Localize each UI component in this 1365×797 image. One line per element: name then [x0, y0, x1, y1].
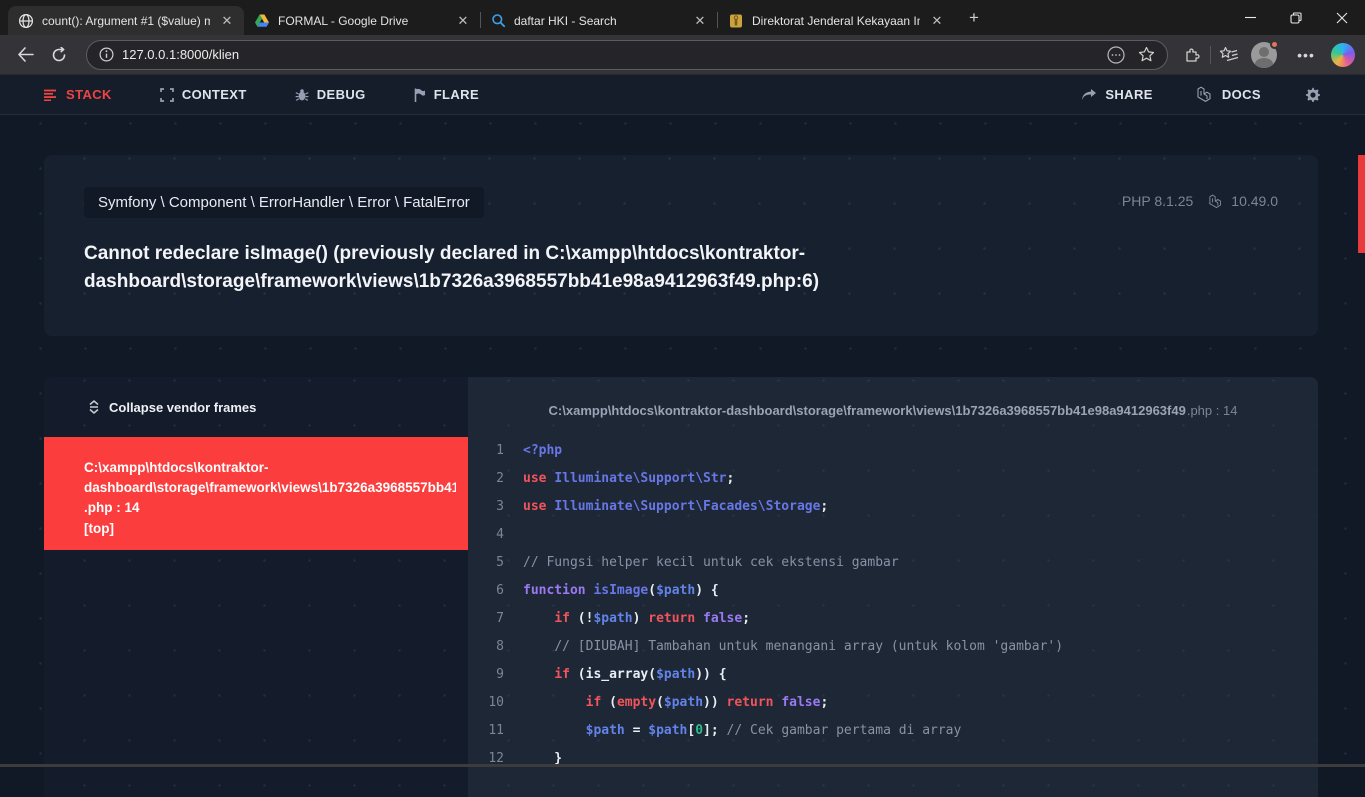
page-scrollbar-thumb[interactable]	[1358, 155, 1365, 253]
active-stack-frame[interactable]: C:\xampp\htdocs\kontraktor- dashboard\st…	[44, 437, 468, 550]
code-file-name: C:\xampp\htdocs\kontraktor-dashboard\sto…	[549, 403, 1186, 418]
browser-tab-search[interactable]: daftar HKI - Search ✕	[481, 6, 717, 35]
browser-toolbar: 127.0.0.1:8000/klien •••	[0, 35, 1365, 75]
permissions-icon[interactable]	[1101, 40, 1131, 70]
tab-close-icon[interactable]: ✕	[218, 12, 236, 30]
tab-title: FORMAL - Google Drive	[278, 14, 446, 28]
docs-label: DOCS	[1222, 87, 1261, 102]
ignition-page: STACK CONTEXT DEBUG FLARE SHA	[0, 75, 1365, 767]
flare-flag-icon	[414, 88, 426, 102]
url-text[interactable]: 127.0.0.1:8000/klien	[122, 47, 1101, 62]
stack-trace-card: Collapse vendor frames C:\xampp\htdocs\k…	[44, 377, 1318, 797]
browser-essentials-icon[interactable]	[1178, 40, 1208, 70]
code-line: 1<?php	[468, 437, 1318, 465]
window-restore-button[interactable]	[1273, 0, 1319, 35]
frame-path-line: .php : 14	[84, 498, 456, 518]
code-line: 3use Illuminate\Support\Facades\Storage;	[468, 493, 1318, 521]
share-button[interactable]: SHARE	[1081, 87, 1153, 102]
refresh-button[interactable]	[42, 40, 76, 70]
toolbar-separator	[1210, 46, 1211, 64]
browser-tab-error-page[interactable]: count(): Argument #1 ($value) mu ✕	[8, 6, 244, 35]
share-arrow-icon	[1081, 88, 1097, 101]
frame-method: [top]	[84, 519, 456, 539]
window-minimize-button[interactable]	[1227, 0, 1273, 35]
google-drive-icon	[254, 13, 270, 29]
site-info-icon[interactable]	[99, 47, 114, 62]
browser-tab-bar: count(): Argument #1 ($value) mu ✕ FORMA…	[0, 0, 1365, 35]
tab-context[interactable]: CONTEXT	[160, 87, 247, 102]
code-line: 6function isImage($path) {	[468, 577, 1318, 605]
globe-icon	[18, 13, 34, 29]
code-line: 7 if (!$path) return false;	[468, 605, 1318, 633]
window-close-button[interactable]	[1319, 0, 1365, 35]
exception-class-badge: Symfony \ Component \ ErrorHandler \ Err…	[84, 187, 484, 218]
code-line: 10 if (empty($path)) return false;	[468, 689, 1318, 717]
tab-stack[interactable]: STACK	[44, 87, 112, 102]
frame-path-line: C:\xampp\htdocs\kontraktor-	[84, 458, 456, 478]
tab-flare[interactable]: FLARE	[414, 87, 479, 102]
code-file-line: .php : 14	[1187, 403, 1238, 418]
code-line: 4	[468, 521, 1318, 549]
favorite-star-icon[interactable]	[1131, 40, 1161, 70]
search-icon	[491, 13, 506, 28]
collapse-icon	[88, 400, 100, 414]
collapse-vendor-frames-button[interactable]: Collapse vendor frames	[44, 377, 468, 437]
tab-debug-label: DEBUG	[317, 87, 366, 102]
favorites-bar-icon[interactable]	[1213, 40, 1243, 70]
tab-title: Direktorat Jenderal Kekayaan Inte	[752, 14, 920, 28]
share-label: SHARE	[1105, 87, 1153, 102]
code-file-path: C:\xampp\htdocs\kontraktor-dashboard\sto…	[468, 377, 1318, 429]
context-brackets-icon	[160, 88, 174, 102]
php-version: PHP 8.1.25	[1122, 193, 1193, 209]
tab-close-icon[interactable]: ✕	[691, 12, 709, 30]
tab-title: daftar HKI - Search	[514, 14, 683, 28]
code-line: 5// Fungsi helper kecil untuk cek eksten…	[468, 549, 1318, 577]
frame-path-line: dashboard\storage\framework\views\1b7326…	[84, 478, 456, 498]
collapse-label: Collapse vendor frames	[109, 400, 256, 415]
window-controls	[1227, 0, 1365, 35]
ignition-nav: STACK CONTEXT DEBUG FLARE SHA	[0, 75, 1365, 115]
code-line: 8 // [DIUBAH] Tambahan untuk menangani a…	[468, 633, 1318, 661]
laravel-logo-icon	[1197, 86, 1214, 103]
laravel-version-icon	[1209, 194, 1224, 209]
settings-menu-icon[interactable]: •••	[1291, 40, 1321, 70]
tab-stack-label: STACK	[66, 87, 112, 102]
tab-close-icon[interactable]: ✕	[928, 12, 946, 30]
frames-panel: Collapse vendor frames C:\xampp\htdocs\k…	[44, 377, 468, 797]
code-line: 2use Illuminate\Support\Str;	[468, 465, 1318, 493]
docs-button[interactable]: DOCS	[1197, 86, 1261, 103]
code-lines: 1<?php2use Illuminate\Support\Str;3use I…	[468, 437, 1318, 773]
stack-list-icon	[44, 89, 58, 101]
code-line: 12 }	[468, 745, 1318, 773]
code-line: 9 if (is_array($path)) {	[468, 661, 1318, 689]
new-tab-button[interactable]: +	[960, 5, 988, 33]
browser-tab-dgip[interactable]: Direktorat Jenderal Kekayaan Inte ✕	[718, 6, 954, 35]
back-button[interactable]	[8, 40, 42, 70]
bug-icon	[295, 88, 309, 102]
copilot-icon[interactable]	[1331, 43, 1355, 67]
tab-context-label: CONTEXT	[182, 87, 247, 102]
code-panel: C:\xampp\htdocs\kontraktor-dashboard\sto…	[468, 377, 1318, 797]
tab-flare-label: FLARE	[434, 87, 479, 102]
error-message: Cannot redeclare isImage() (previously d…	[84, 240, 964, 296]
error-summary-card: Symfony \ Component \ ErrorHandler \ Err…	[44, 155, 1318, 336]
laravel-version: 10.49.0	[1209, 193, 1278, 209]
code-line: 11 $path = $path[0]; // Cek gambar perta…	[468, 717, 1318, 745]
profile-notification-dot	[1270, 40, 1279, 49]
profile-avatar[interactable]	[1251, 42, 1277, 68]
address-bar[interactable]: 127.0.0.1:8000/klien	[86, 40, 1168, 70]
settings-gear-button[interactable]	[1305, 87, 1321, 103]
tab-close-icon[interactable]: ✕	[454, 12, 472, 30]
dgip-emblem-icon	[728, 13, 744, 29]
tab-title: count(): Argument #1 ($value) mu	[42, 14, 210, 28]
tab-debug[interactable]: DEBUG	[295, 87, 366, 102]
browser-tab-google-drive[interactable]: FORMAL - Google Drive ✕	[244, 6, 480, 35]
